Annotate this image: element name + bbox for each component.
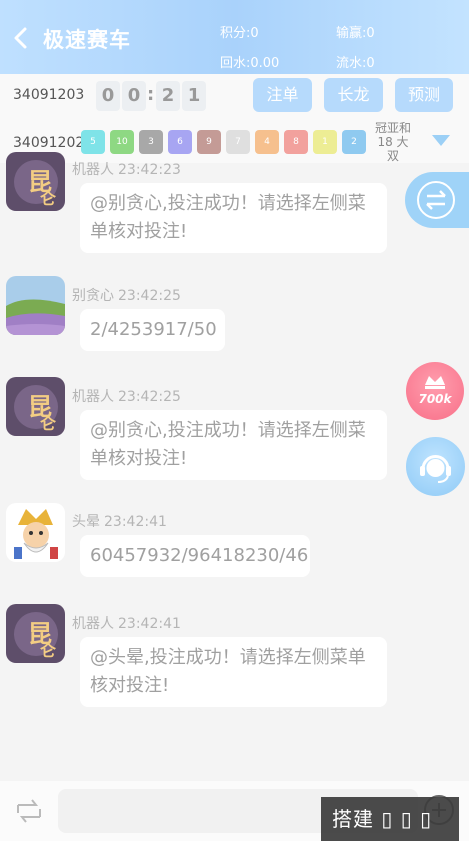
cartoon-avatar[interactable] xyxy=(6,503,65,562)
points-stat: 积分:0 xyxy=(220,26,259,41)
last-round-number: 34091202 xyxy=(13,135,85,151)
customer-service-button[interactable] xyxy=(406,437,465,496)
result-ball: 8 xyxy=(284,130,308,154)
win-loss-stat: 输赢:0 xyxy=(336,26,375,41)
robot-avatar[interactable]: 昆仑 xyxy=(6,152,65,211)
chat-room-screen: 极速赛车 积分:0 输赢:0 回水:0.00 流水:0 34091203 0 0… xyxy=(0,0,469,841)
message-text: @别贪心,投注成功！请选择左侧菜 xyxy=(90,193,366,214)
message-meta: 别贪心 23:42:25 xyxy=(72,285,181,305)
result-ball: 3 xyxy=(139,130,163,154)
sender-name: 头晕 xyxy=(72,514,100,530)
message-time: 23:42:25 xyxy=(118,288,181,304)
current-round-number: 34091203 xyxy=(13,87,85,103)
page-title: 极速赛车 xyxy=(43,28,131,52)
message-bubble: @别贪心,投注成功！请选择左侧菜 单核对投注! xyxy=(80,183,387,253)
svg-text:仑: 仑 xyxy=(40,189,57,208)
message-meta: 机器人 23:42:23 xyxy=(72,159,181,179)
back-arrow-icon[interactable] xyxy=(12,26,28,50)
message-meta: 头晕 23:42:41 xyxy=(72,511,167,531)
message-time: 23:42:41 xyxy=(118,616,181,632)
sum-summary: 冠亚和 18 大 双 xyxy=(371,121,415,163)
message-text: 2/4253917/50 xyxy=(90,319,217,340)
promo-label: 700k xyxy=(418,392,452,406)
message-bubble: @头晕,投注成功！请选择左侧菜单 核对投注! xyxy=(80,637,387,707)
message-time: 23:42:41 xyxy=(104,514,167,530)
result-ball: 2 xyxy=(342,130,366,154)
result-ball: 5 xyxy=(81,130,105,154)
sum-label: 冠亚和 xyxy=(374,121,411,135)
sum-parity: 双 xyxy=(386,149,399,163)
message-meta: 机器人 23:42:25 xyxy=(72,386,181,406)
countdown-digit: 2 xyxy=(156,81,180,111)
message-time: 23:42:25 xyxy=(118,389,181,405)
message-bubble: 2/4253917/50 xyxy=(80,309,225,351)
countdown-digit: 0 xyxy=(122,81,146,111)
svg-text:仑: 仑 xyxy=(40,414,57,433)
last-result-row[interactable]: 34091202 5 10 3 6 9 7 4 8 1 2 冠亚和 18 大 双 xyxy=(0,118,469,163)
bet-slip-button[interactable]: 注单 xyxy=(253,78,312,112)
sender-name: 机器人 xyxy=(72,162,114,178)
result-ball: 7 xyxy=(226,130,250,154)
result-ball: 10 xyxy=(110,130,134,154)
rebate-stat: 回水:0.00 xyxy=(220,56,280,71)
sender-name: 别贪心 xyxy=(72,288,114,304)
turnover-stat: 流水:0 xyxy=(336,56,375,71)
result-ball: 4 xyxy=(255,130,279,154)
countdown-row: 34091203 0 0 : 2 1 注单 长龙 预测 xyxy=(0,74,469,118)
voice-switch-icon[interactable] xyxy=(14,795,44,827)
expand-history-icon[interactable] xyxy=(432,135,450,146)
message-bubble: 60457932/96418230/46 xyxy=(80,535,310,577)
svg-text:仑: 仑 xyxy=(40,641,57,660)
message-text: 核对投注! xyxy=(90,675,170,696)
sender-name: 机器人 xyxy=(72,389,114,405)
countdown-separator: : xyxy=(147,84,155,105)
predict-button[interactable]: 预测 xyxy=(395,78,453,112)
message-time: 23:42:23 xyxy=(118,162,181,178)
robot-avatar[interactable]: 昆仑 xyxy=(6,377,65,436)
header-bar: 极速赛车 积分:0 输赢:0 回水:0.00 流水:0 xyxy=(0,0,469,74)
result-ball: 6 xyxy=(168,130,192,154)
swap-float-button[interactable] xyxy=(405,172,469,228)
crown-icon: 700k xyxy=(418,376,453,406)
message-text: @别贪心,投注成功！请选择左侧菜 xyxy=(90,420,366,441)
robot-avatar[interactable]: 昆仑 xyxy=(6,604,65,663)
message-meta: 机器人 23:42:41 xyxy=(72,613,181,633)
headset-icon xyxy=(420,455,451,483)
long-dragon-button[interactable]: 长龙 xyxy=(324,78,383,112)
message-text: 单核对投注! xyxy=(90,448,188,469)
sender-name: 机器人 xyxy=(72,616,114,632)
countdown-digit: 1 xyxy=(182,81,206,111)
countdown-digit: 0 xyxy=(96,81,120,111)
result-ball: 9 xyxy=(197,130,221,154)
watermark-overlay: 搭建 ▯ ▯ ▯ xyxy=(321,797,459,841)
message-text: @头晕,投注成功！请选择左侧菜单 xyxy=(90,647,366,668)
message-bubble: @别贪心,投注成功！请选择左侧菜 单核对投注! xyxy=(80,410,387,480)
swap-icon xyxy=(417,181,455,219)
promo-700k-button[interactable]: 700k xyxy=(406,362,464,420)
landscape-avatar[interactable] xyxy=(6,276,65,335)
message-text: 60457932/96418230/46 xyxy=(90,545,309,566)
sum-value: 18 大 xyxy=(377,135,409,149)
message-text: 单核对投注! xyxy=(90,221,188,242)
result-ball: 1 xyxy=(313,130,337,154)
